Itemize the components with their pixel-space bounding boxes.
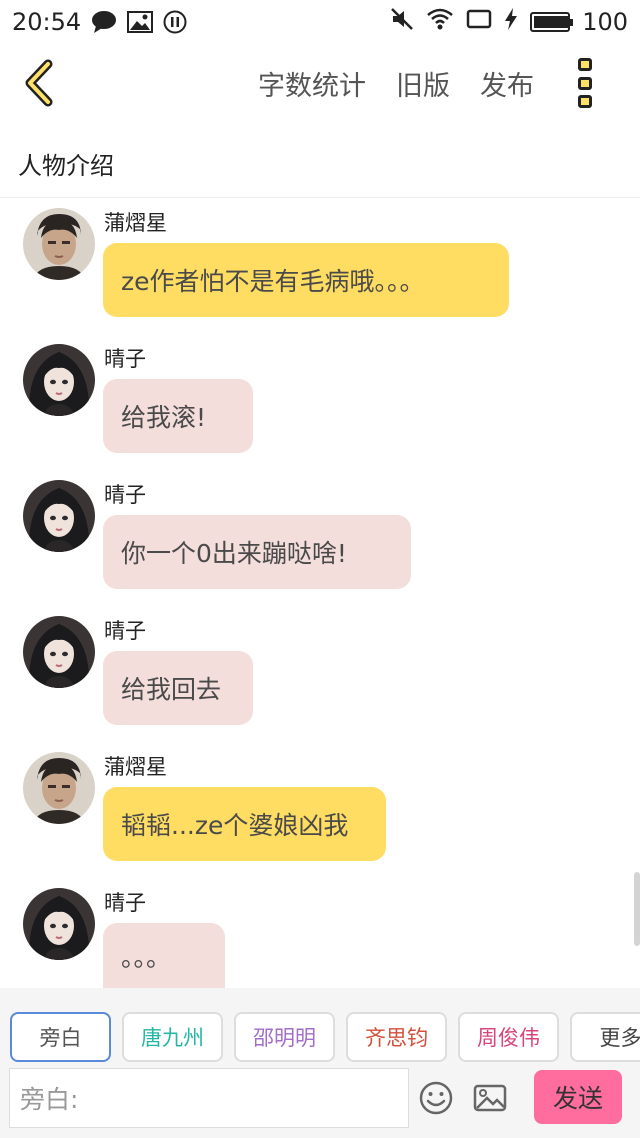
word-count-button[interactable]: 字数统计 [258,64,366,103]
character-selector: 旁白 唐九州 邵明明 齐思钧 周俊伟 更多 [10,1012,640,1062]
battery-icon [530,12,574,32]
pause-icon [163,10,187,34]
mute-icon [390,7,414,37]
message-input[interactable]: 旁白: [9,1068,409,1128]
character-chip[interactable]: 旁白 [10,1012,111,1062]
send-button[interactable]: 发送 [534,1070,622,1124]
status-bar: 20:54 100 [0,0,640,44]
character-chip[interactable]: 唐九州 [122,1012,223,1062]
female-avatar[interactable] [23,616,95,688]
publish-button[interactable]: 发布 [480,64,534,103]
status-time: 20:54 [12,8,82,36]
top-nav: 字数统计 旧版 发布 [0,44,640,124]
message-bubble[interactable]: 韬韬...ze个婆娘凶我 [103,787,386,861]
sender-name: 晴子 [104,483,146,507]
image-icon [127,11,154,33]
message-bubble[interactable]: ze作者怕不是有毛病哦。。。 [103,243,509,317]
back-button[interactable] [22,58,62,108]
battery-percent: 100 [582,8,628,36]
character-intro-link[interactable]: 人物介绍 [18,146,114,181]
more-vertical-icon[interactable] [578,58,598,108]
female-avatar[interactable] [23,888,95,960]
message-bubble[interactable]: 你一个0出来蹦哒啥! [103,515,411,589]
character-chip[interactable]: 齐思钧 [346,1012,447,1062]
scrollbar[interactable] [634,872,640,946]
composer-panel: 旁白 唐九州 邵明明 齐思钧 周俊伟 更多 旁白: 发送 [0,988,640,1138]
message-bubble[interactable]: 给我滚! [103,379,253,453]
smiley-icon[interactable] [418,1080,454,1116]
female-avatar[interactable] [23,480,95,552]
message-icon [91,10,117,34]
sender-name: 晴子 [104,347,146,371]
male-avatar[interactable] [23,208,95,280]
divider [0,197,640,198]
sender-name: 晴子 [104,891,146,915]
charging-icon [504,7,518,37]
female-avatar[interactable] [23,344,95,416]
sender-name: 晴子 [104,619,146,643]
character-chip[interactable]: 邵明明 [234,1012,335,1062]
sender-name: 蒲熠星 [104,211,167,235]
chevron-left-icon [25,59,53,107]
picture-icon[interactable] [472,1080,508,1116]
wifi-icon [426,7,454,37]
message-bubble[interactable]: 。。。 [103,923,225,988]
character-chip[interactable]: 周俊伟 [458,1012,559,1062]
more-characters-button[interactable]: 更多 [570,1012,640,1062]
sender-name: 蒲熠星 [104,755,167,779]
rotate-icon [466,8,492,36]
message-bubble[interactable]: 给我回去 [103,651,253,725]
old-version-button[interactable]: 旧版 [396,64,450,103]
male-avatar[interactable] [23,752,95,824]
